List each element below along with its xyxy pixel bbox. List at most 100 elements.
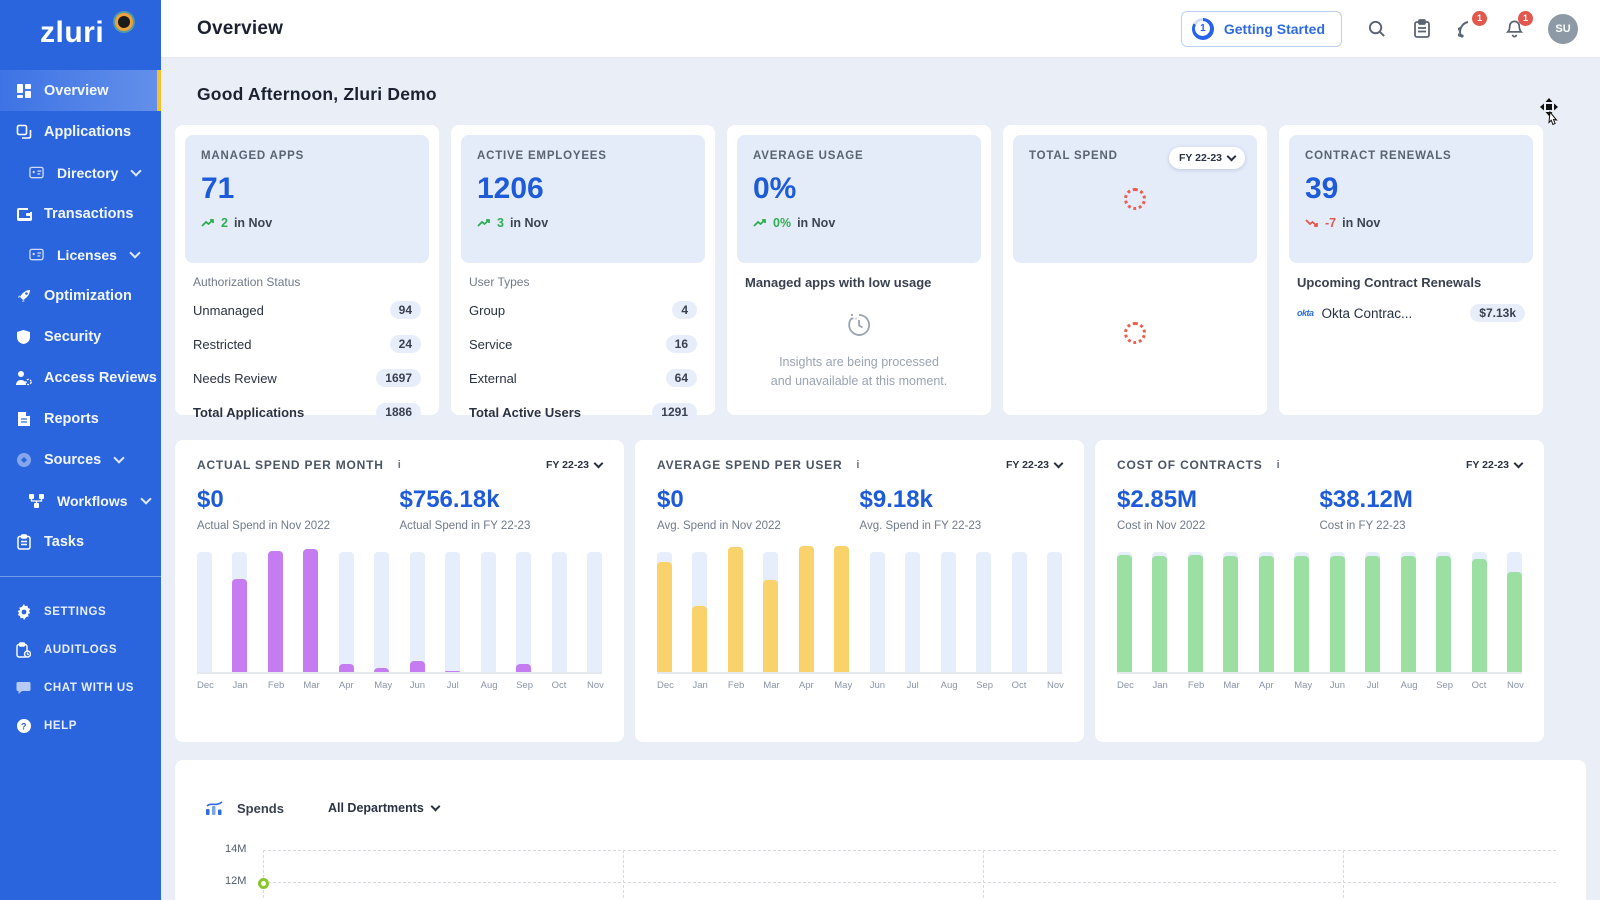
bar-sep[interactable]: [1436, 546, 1451, 672]
sidebar-item-overview[interactable]: Overview: [0, 70, 161, 111]
bar-jan[interactable]: [692, 546, 707, 672]
stat-label: Actual Spend in Nov 2022: [197, 520, 400, 532]
bar-may[interactable]: [834, 546, 849, 672]
bar-jan[interactable]: [232, 546, 247, 672]
bar-nov[interactable]: [587, 546, 602, 672]
bar-may[interactable]: [1294, 546, 1309, 672]
apps-icon: [15, 123, 32, 140]
bar-may[interactable]: [374, 546, 389, 672]
cost-contracts-fy-filter[interactable]: FY 22-23: [1466, 459, 1522, 471]
sidebar-item-access-reviews[interactable]: Access Reviews: [0, 357, 161, 398]
bar-mar[interactable]: [303, 546, 318, 672]
bar-value: [303, 549, 318, 672]
bar-aug[interactable]: [481, 546, 496, 672]
bar-mar[interactable]: [763, 546, 778, 672]
bar-jul[interactable]: [905, 546, 920, 672]
bar-value: [232, 579, 247, 672]
bar-jun[interactable]: [410, 546, 425, 672]
kpi-row-restricted[interactable]: Restricted24: [193, 327, 421, 361]
bar-jun[interactable]: [870, 546, 885, 672]
bar-track: [976, 552, 991, 672]
getting-started-button[interactable]: 1 Getting Started: [1181, 11, 1342, 47]
sidebar-item-optimization[interactable]: Optimization: [0, 275, 161, 316]
clipboard-icon[interactable]: [1410, 17, 1434, 41]
actual-spend-fy-filter[interactable]: FY 22-23: [546, 459, 602, 471]
bar-value: [445, 671, 460, 672]
sidebar-item-label: AUDITLOGS: [44, 644, 117, 656]
sidebar-item-sources[interactable]: Sources: [0, 439, 161, 480]
kpi-row-group[interactable]: Group4: [469, 293, 697, 327]
spends-data-point[interactable]: [258, 878, 269, 889]
x-axis-label: Nov: [587, 680, 602, 691]
kpi-row-service[interactable]: Service16: [469, 327, 697, 361]
bar-oct[interactable]: [1472, 546, 1487, 672]
bar-jan[interactable]: [1152, 546, 1167, 672]
help-icon: ?: [15, 718, 32, 735]
total-spend-fy-filter[interactable]: FY 22-23: [1169, 147, 1245, 169]
bar-apr[interactable]: [799, 546, 814, 672]
sidebar-item-workflows[interactable]: Workflows: [0, 480, 161, 521]
bar-mar[interactable]: [1223, 546, 1238, 672]
sidebar-item-settings[interactable]: SETTINGS: [0, 593, 161, 631]
spends-chart-icon: [205, 800, 223, 816]
sidebar-item-security[interactable]: Security: [0, 316, 161, 357]
sidebar-item-help[interactable]: ?HELP: [0, 707, 161, 745]
sidebar-item-tasks[interactable]: Tasks: [0, 521, 161, 562]
info-icon[interactable]: i: [856, 459, 859, 471]
bar-dec[interactable]: [197, 546, 212, 672]
bar-jul[interactable]: [445, 546, 460, 672]
sidebar-item-licenses[interactable]: Licenses: [0, 234, 161, 275]
sidebar-item-chat-with-us[interactable]: CHAT WITH US: [0, 669, 161, 707]
kpi-row-total-applications[interactable]: Total Applications1886: [193, 395, 421, 429]
chevron-down-icon: [1227, 152, 1237, 162]
x-axis-label: Jan: [232, 680, 247, 691]
x-axis-label: Jun: [1330, 680, 1345, 691]
notifications-bell-icon[interactable]: 1: [1502, 17, 1526, 41]
bar-sep[interactable]: [516, 546, 531, 672]
avg-spend-fy-filter[interactable]: FY 22-23: [1006, 459, 1062, 471]
bar-jul[interactable]: [1365, 546, 1380, 672]
sidebar-item-auditlogs[interactable]: AUDITLOGS: [0, 631, 161, 669]
info-icon[interactable]: i: [1277, 459, 1280, 471]
departments-filter[interactable]: All Departments: [328, 801, 439, 815]
info-icon[interactable]: i: [398, 459, 401, 471]
bar-sep[interactable]: [976, 546, 991, 672]
chevron-down-icon: [430, 802, 440, 812]
search-icon[interactable]: [1364, 17, 1388, 41]
bar-dec[interactable]: [1117, 546, 1132, 672]
average-usage-title: AVERAGE USAGE: [753, 150, 965, 162]
bar-nov[interactable]: [1047, 546, 1062, 672]
user-avatar[interactable]: SU: [1548, 14, 1578, 44]
bar-feb[interactable]: [1188, 546, 1203, 672]
bar-aug[interactable]: [1401, 546, 1416, 672]
content-scroll-area[interactable]: Good Afternoon, Zluri Demo MANAGED APPS …: [161, 58, 1600, 900]
kpi-row-unmanaged[interactable]: Unmanaged94: [193, 293, 421, 327]
getting-started-label: Getting Started: [1224, 21, 1325, 37]
bar-oct[interactable]: [1012, 546, 1027, 672]
x-axis-label: Aug: [1401, 680, 1416, 691]
bar-nov[interactable]: [1507, 546, 1522, 672]
bar-feb[interactable]: [268, 546, 283, 672]
bar-value: [763, 580, 778, 672]
renewal-row-okta[interactable]: okta Okta Contrac... $7.13k: [1297, 294, 1525, 332]
sidebar-item-transactions[interactable]: Transactions: [0, 193, 161, 234]
kpi-row-needs-review[interactable]: Needs Review1697: [193, 361, 421, 395]
activity-feed-icon[interactable]: 1: [1456, 17, 1480, 41]
kpi-row-total-active-users[interactable]: Total Active Users1291: [469, 395, 697, 429]
bar-apr[interactable]: [1259, 546, 1274, 672]
bar-feb[interactable]: [728, 546, 743, 672]
chevron-down-icon: [594, 459, 604, 469]
bar-jun[interactable]: [1330, 546, 1345, 672]
bar-oct[interactable]: [552, 546, 567, 672]
kpi-row-external[interactable]: External64: [469, 361, 697, 395]
zluri-logo[interactable]: zluri: [0, 0, 161, 64]
kpi-card-row: MANAGED APPS 71 2 in Nov Authorization S…: [175, 125, 1586, 415]
sidebar-item-label: Sources: [44, 452, 101, 468]
sidebar-item-directory[interactable]: Directory: [0, 152, 161, 193]
avg-spend-title: AVERAGE SPEND PER USER: [657, 458, 842, 472]
sidebar-item-applications[interactable]: Applications: [0, 111, 161, 152]
sidebar-item-reports[interactable]: Reports: [0, 398, 161, 439]
bar-apr[interactable]: [339, 546, 354, 672]
bar-aug[interactable]: [941, 546, 956, 672]
bar-dec[interactable]: [657, 546, 672, 672]
